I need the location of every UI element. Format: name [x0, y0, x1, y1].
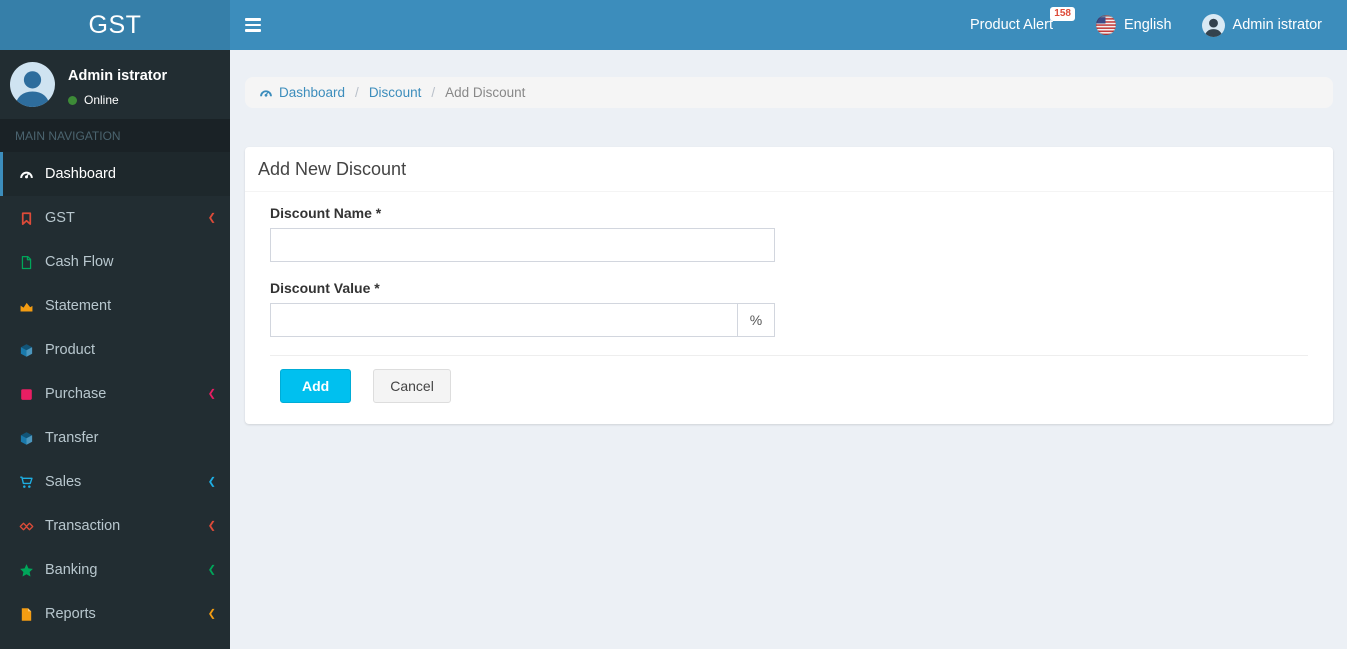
language-selector[interactable]: English [1081, 0, 1187, 50]
user-panel-text: Admin istrator Online [68, 62, 167, 107]
chevron-left-icon: ❮ [207, 212, 216, 224]
discount-value-input[interactable] [270, 303, 738, 337]
breadcrumb-discount-link[interactable]: Discount [369, 85, 422, 100]
breadcrumb-current: Add Discount [445, 85, 526, 100]
discount-value-input-group: % [270, 303, 775, 337]
product-alert-count-badge: 158 [1050, 7, 1075, 21]
card-title: Add New Discount [258, 159, 407, 179]
discount-value-group: Discount Value * % [270, 280, 1308, 337]
sidebar-nav-header: MAIN NAVIGATION [0, 119, 230, 152]
cube-icon [15, 431, 38, 446]
chevron-left-icon: ❮ [207, 476, 216, 488]
percent-addon: % [737, 303, 775, 337]
sidebar-item-product[interactable]: Product [0, 328, 230, 372]
breadcrumb-dashboard-link[interactable]: Dashboard [259, 85, 345, 100]
breadcrumb-label: Dashboard [279, 85, 346, 100]
sidebar-item-label: Transfer [45, 430, 99, 446]
discount-name-group: Discount Name * [270, 205, 1308, 262]
breadcrumb-separator: / [355, 85, 359, 100]
chevron-left-icon: ❮ [207, 608, 216, 620]
app-logo[interactable]: GST [0, 0, 230, 50]
add-discount-card: Add New Discount Discount Name * Discoun… [245, 147, 1333, 424]
main-content: Dashboard / Discount / Add Discount Add … [230, 50, 1347, 649]
sidebar-item-gst[interactable]: GST ❮ [0, 196, 230, 240]
sidebar-item-sales[interactable]: Sales ❮ [0, 460, 230, 504]
area-chart-icon [15, 299, 38, 314]
hamburger-bar [245, 18, 261, 21]
user-avatar-icon [1201, 13, 1225, 37]
file-icon [15, 607, 38, 622]
cancel-button[interactable]: Cancel [373, 369, 451, 403]
sidebar-item-transaction[interactable]: Transaction ❮ [0, 504, 230, 548]
file-outline-icon [15, 255, 38, 270]
sidebar-item-label: Sales [45, 474, 82, 490]
sidebar-item-purchase[interactable]: Purchase ❮ [0, 372, 230, 416]
sidebar-item-dashboard[interactable]: Dashboard [0, 152, 230, 196]
cube-icon [15, 343, 38, 358]
form-divider [270, 355, 1308, 356]
discount-name-label: Discount Name * [270, 205, 382, 221]
dashboard-icon [15, 167, 38, 182]
hamburger-bar [245, 23, 261, 27]
sidebar-menu: Dashboard GST ❮ Cash Flow Statement Prod… [0, 152, 230, 636]
sidebar-item-cash-flow[interactable]: Cash Flow [0, 240, 230, 284]
user-panel-name: Admin istrator [68, 68, 168, 84]
sidebar-item-label: Reports [45, 606, 96, 622]
bookmark-icon [15, 211, 38, 226]
navbar-right: Product Alert 158 English Admin istrator [955, 0, 1347, 50]
add-button[interactable]: Add [280, 369, 352, 403]
discount-value-label: Discount Value * [270, 280, 380, 296]
sidebar-item-label: Transaction [45, 518, 121, 534]
sidebar-item-banking[interactable]: Banking ❮ [0, 548, 230, 592]
user-avatar[interactable] [10, 62, 55, 107]
dashboard-icon [259, 86, 273, 100]
sidebar: Admin istrator Online MAIN NAVIGATION Da… [0, 50, 230, 649]
gg-diamonds-icon [15, 519, 38, 534]
breadcrumb-separator: / [431, 85, 436, 100]
language-label: English [1123, 17, 1172, 33]
sidebar-item-label: Cash Flow [45, 254, 114, 270]
navbar: Product Alert 158 English Admin istrator [230, 0, 1347, 50]
sidebar-item-transfer[interactable]: Transfer [0, 416, 230, 460]
sidebar-item-label: Purchase [45, 386, 107, 402]
cart-icon [15, 475, 38, 490]
top-navbar: GST Product Alert 158 English Admin istr… [0, 0, 1347, 50]
card-body: Discount Name * Discount Value * % Add C… [245, 192, 1333, 424]
user-menu-label: Admin istrator [1232, 17, 1322, 33]
chevron-left-icon: ❮ [207, 564, 216, 576]
user-panel-status: Online [68, 93, 167, 107]
sidebar-item-label: Statement [45, 298, 112, 314]
breadcrumb: Dashboard / Discount / Add Discount [245, 77, 1333, 108]
discount-name-input[interactable] [270, 228, 775, 262]
chevron-left-icon: ❮ [207, 520, 216, 532]
sidebar-item-label: Product [45, 342, 95, 358]
star-icon [15, 563, 38, 578]
hamburger-bar [245, 29, 261, 32]
product-alert-label: Product Alert [969, 17, 1053, 33]
card-header: Add New Discount [245, 147, 1333, 192]
app-logo-text: GST [88, 10, 142, 39]
online-status-icon [68, 95, 77, 105]
breadcrumb-label: Discount [368, 85, 422, 100]
sidebar-user-panel: Admin istrator Online [0, 50, 230, 119]
sidebar-item-reports[interactable]: Reports ❮ [0, 592, 230, 636]
sidebar-item-label: GST [45, 210, 75, 226]
square-icon [15, 387, 38, 402]
form-actions: Add Cancel [270, 369, 1308, 403]
sidebar-item-label: Banking [45, 562, 98, 578]
sidebar-item-label: Dashboard [45, 166, 116, 182]
product-alert-link[interactable]: Product Alert 158 [955, 0, 1081, 50]
online-status-label: Online [84, 93, 119, 107]
user-menu[interactable]: Admin istrator [1187, 0, 1337, 50]
us-flag-icon [1095, 15, 1116, 35]
sidebar-item-statement[interactable]: Statement [0, 284, 230, 328]
hamburger-menu-icon[interactable] [230, 0, 276, 50]
chevron-left-icon: ❮ [207, 388, 216, 400]
